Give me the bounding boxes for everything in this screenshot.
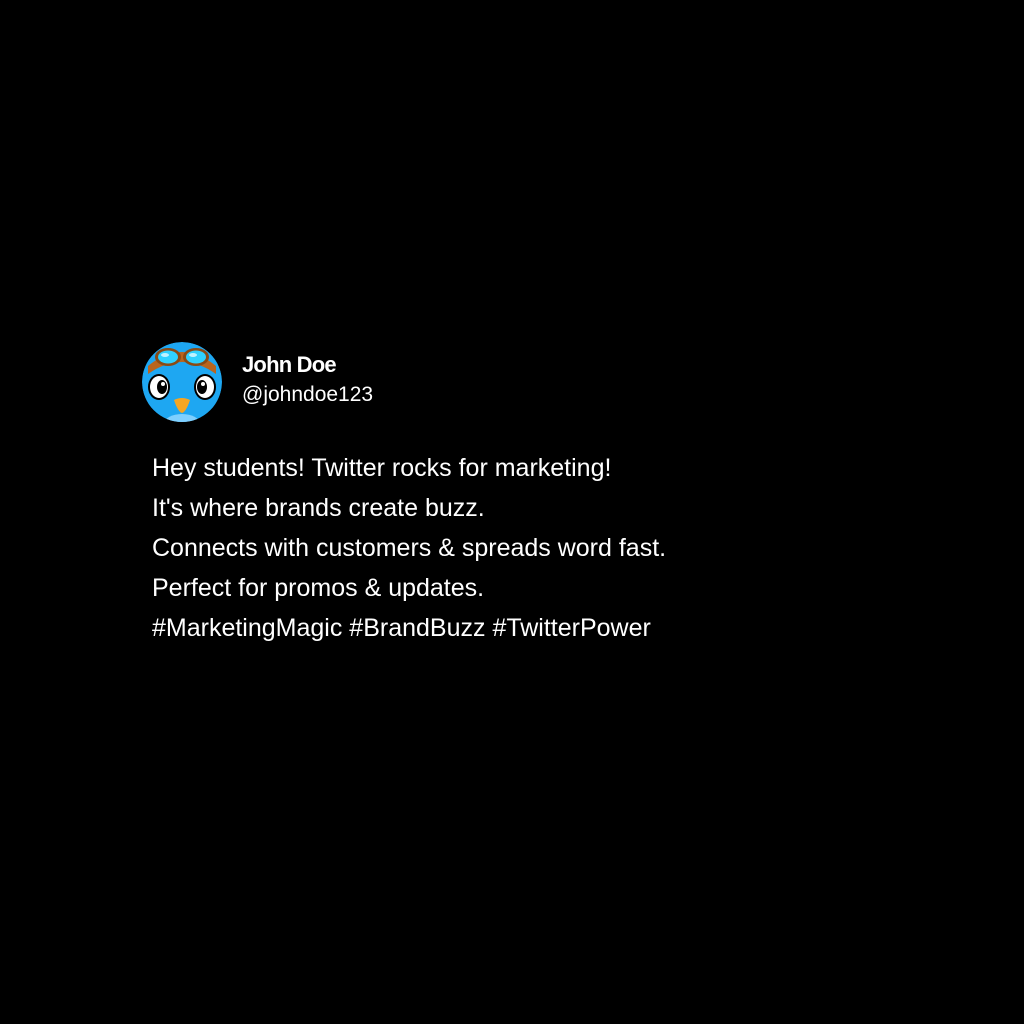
tweet-line: It's where brands create buzz. [152, 494, 485, 522]
user-identity: John Doe @johndoe123 [242, 352, 373, 408]
user-handle[interactable]: @johndoe123 [242, 382, 373, 408]
tweet-header: John Doe @johndoe123 [142, 342, 902, 424]
tweet-line: Hey students! Twitter rocks for marketin… [152, 454, 612, 482]
tweet-hashtags[interactable]: #MarketingMagic #BrandBuzz #TwitterPower [152, 608, 666, 648]
tweet-body: Hey students! Twitter rocks for marketin… [152, 448, 666, 648]
bird-avatar-icon [142, 342, 222, 422]
display-name[interactable]: John Doe [242, 352, 373, 378]
tweet-line: Perfect for promos & updates. [152, 574, 485, 602]
tweet-line: Connects with customers & spreads word f… [152, 534, 667, 562]
tweet-card: John Doe @johndoe123 Hey students! Twitt… [142, 342, 902, 642]
avatar[interactable] [142, 342, 222, 422]
page: John Doe @johndoe123 Hey students! Twitt… [0, 0, 1024, 1024]
